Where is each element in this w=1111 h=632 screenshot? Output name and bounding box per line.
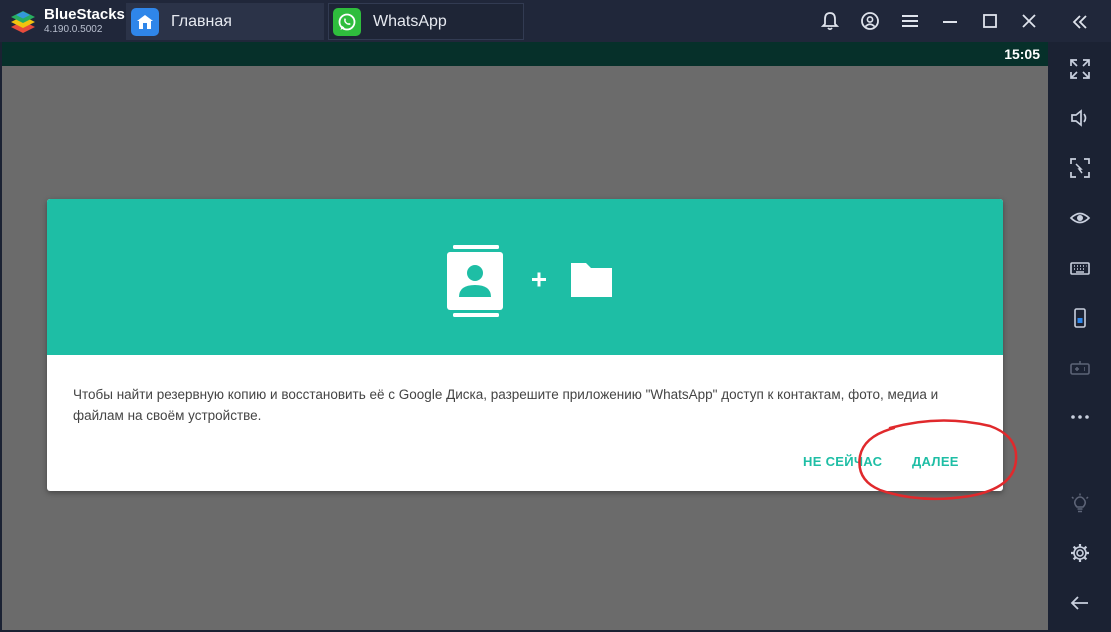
more-icon[interactable] — [1065, 402, 1095, 432]
plus-icon — [532, 272, 546, 287]
title-bar: BlueStacks 4.190.0.5002 Главная WhatsApp — [0, 0, 1111, 42]
menu-icon[interactable] — [897, 8, 923, 34]
next-button[interactable]: ДАЛЕЕ — [912, 454, 959, 469]
minimize-icon[interactable] — [937, 8, 963, 34]
whatsapp-icon — [333, 7, 361, 36]
frame-left — [0, 42, 2, 632]
folder-icon — [571, 263, 612, 297]
android-status-bar: 15:05 — [2, 42, 1048, 66]
bluestacks-window: BlueStacks 4.190.0.5002 Главная WhatsApp — [0, 0, 1111, 632]
tab-whatsapp-label: WhatsApp — [373, 12, 447, 30]
keyboard-icon[interactable] — [1065, 253, 1095, 283]
permission-dialog: Чтобы найти резервную копию и восстанови… — [47, 199, 1003, 491]
bluestacks-logo-icon — [11, 11, 35, 33]
bluestacks-logo: BlueStacks 4.190.0.5002 — [0, 0, 125, 42]
back-icon[interactable] — [1065, 588, 1095, 618]
dialog-header — [47, 199, 1003, 355]
volume-icon[interactable] — [1065, 103, 1095, 133]
dialog-message: Чтобы найти резервную копию и восстанови… — [73, 387, 939, 423]
phone-icon[interactable] — [1065, 303, 1095, 333]
tab-whatsapp[interactable]: WhatsApp — [328, 3, 524, 40]
light-icon[interactable] — [1065, 489, 1095, 519]
screenshot-icon[interactable] — [1065, 153, 1095, 183]
not-now-button[interactable]: НЕ СЕЙЧАС — [803, 454, 882, 469]
dialog-header-icons — [447, 245, 612, 317]
bell-icon[interactable] — [817, 8, 843, 34]
brand-version: 4.190.0.5002 — [44, 24, 103, 35]
contacts-icon — [447, 245, 503, 317]
tab-home[interactable]: Главная — [126, 3, 324, 40]
fullscreen-icon[interactable] — [1065, 54, 1095, 84]
settings-icon[interactable] — [1065, 538, 1095, 568]
android-screen: 15:05 Чтобы найти резервную копию и восс… — [2, 42, 1048, 630]
collapse-sidebar-icon[interactable] — [1066, 8, 1094, 36]
tab-home-label: Главная — [171, 12, 232, 30]
home-icon — [131, 7, 159, 36]
status-clock: 15:05 — [1004, 46, 1040, 62]
close-icon[interactable] — [1016, 8, 1042, 34]
account-icon[interactable] — [857, 8, 883, 34]
right-sidebar — [1050, 42, 1111, 632]
maximize-icon[interactable] — [977, 8, 1003, 34]
brand-name: BlueStacks — [44, 6, 125, 23]
gamepad-icon[interactable] — [1065, 353, 1095, 383]
eye-icon[interactable] — [1065, 203, 1095, 233]
